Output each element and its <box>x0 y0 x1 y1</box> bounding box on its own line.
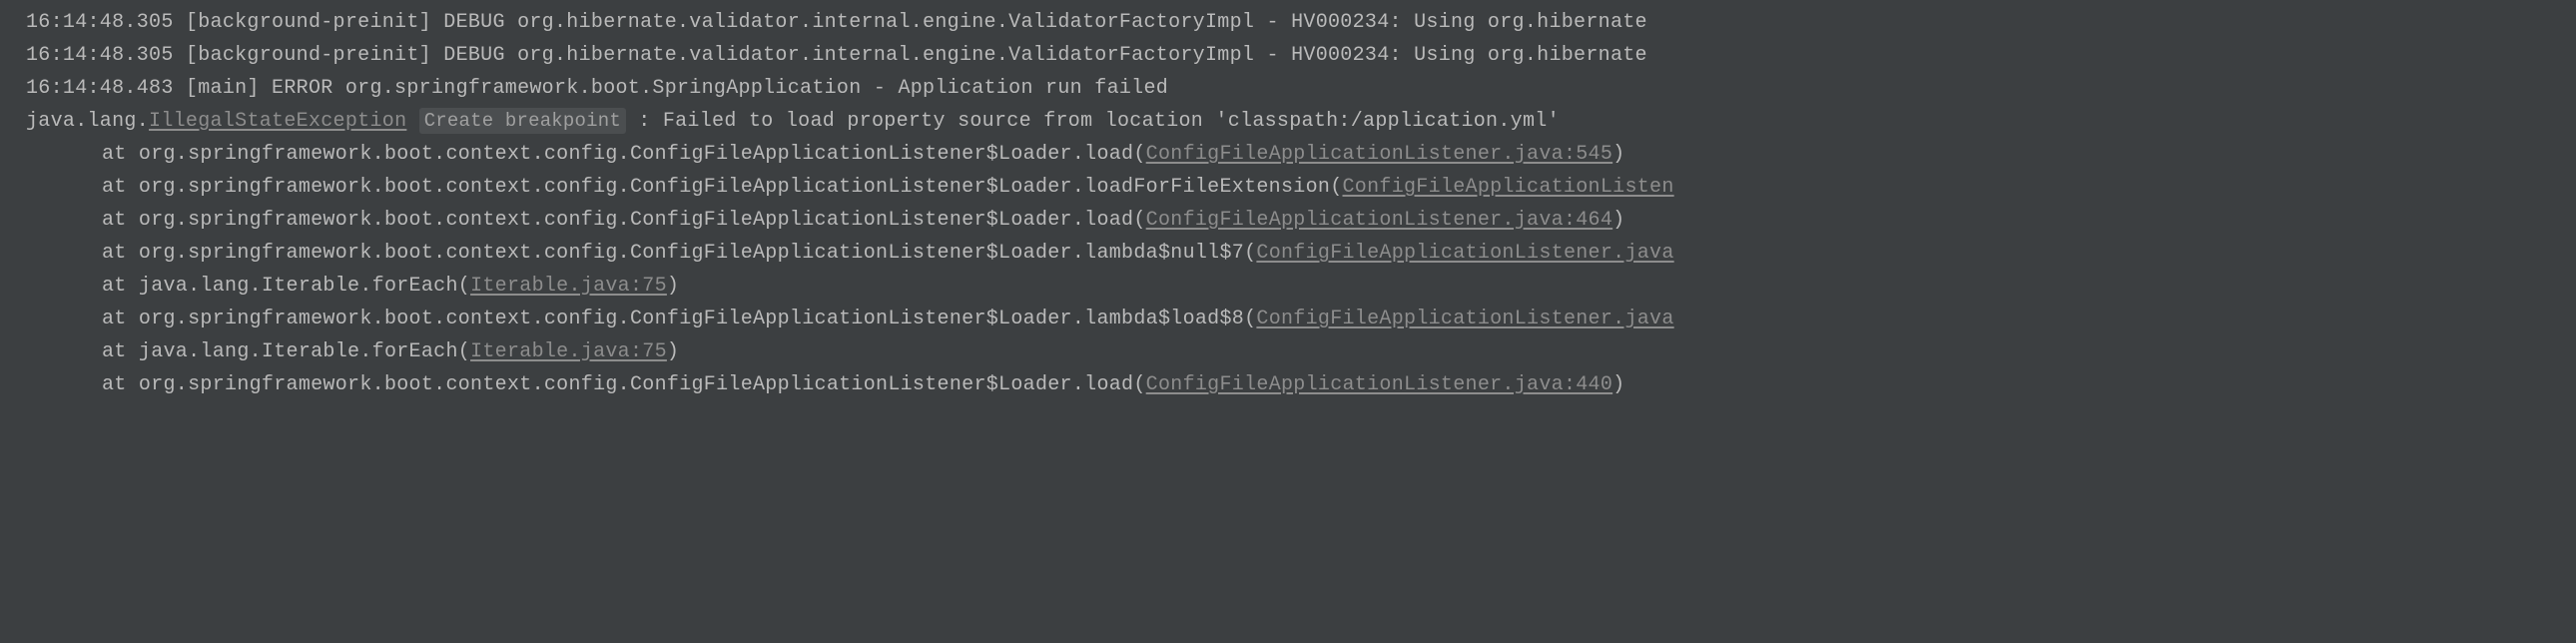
stacktrace-line: at org.springframework.boot.context.conf… <box>26 237 2576 270</box>
stack-suffix: ) <box>667 275 679 298</box>
stack-prefix: at org.springframework.boot.context.conf… <box>102 373 1146 396</box>
log-line-debug: 16:14:48.305 [background-preinit] DEBUG … <box>26 39 2576 72</box>
stacktrace-line: at java.lang.Iterable.forEach(Iterable.j… <box>26 335 2576 368</box>
stack-suffix: ) <box>1612 373 1624 396</box>
stack-suffix: ) <box>1612 209 1624 232</box>
log-text: 16:14:48.305 [background-preinit] DEBUG … <box>26 11 1647 34</box>
source-link[interactable]: ConfigFileApplicationListen <box>1343 176 1674 199</box>
stack-prefix: at org.springframework.boot.context.conf… <box>102 143 1146 166</box>
source-link[interactable]: ConfigFileApplicationListener.java <box>1256 242 1673 265</box>
log-text: 16:14:48.305 [background-preinit] DEBUG … <box>26 44 1647 67</box>
source-link[interactable]: ConfigFileApplicationListener.java <box>1256 308 1673 330</box>
stack-prefix: at java.lang.Iterable.forEach( <box>102 275 470 298</box>
stack-prefix: at org.springframework.boot.context.conf… <box>102 308 1256 330</box>
source-link[interactable]: Iterable.java:75 <box>470 340 667 363</box>
stack-suffix: ) <box>1612 143 1624 166</box>
exception-prefix: java.lang. <box>26 110 149 133</box>
stacktrace-line: at org.springframework.boot.context.conf… <box>26 138 2576 171</box>
create-breakpoint-button[interactable]: Create breakpoint <box>419 108 626 134</box>
exception-line: java.lang.IllegalStateException Create b… <box>26 105 2576 138</box>
stacktrace-line: at org.springframework.boot.context.conf… <box>26 368 2576 401</box>
console-output[interactable]: 16:14:48.305 [background-preinit] DEBUG … <box>26 6 2576 401</box>
source-link[interactable]: ConfigFileApplicationListener.java:440 <box>1146 373 1612 396</box>
stacktrace-line: at java.lang.Iterable.forEach(Iterable.j… <box>26 270 2576 303</box>
stack-prefix: at org.springframework.boot.context.conf… <box>102 176 1343 199</box>
stacktrace-line: at org.springframework.boot.context.conf… <box>26 204 2576 237</box>
log-line-error: 16:14:48.483 [main] ERROR org.springfram… <box>26 72 2576 105</box>
stack-suffix: ) <box>667 340 679 363</box>
log-line-debug: 16:14:48.305 [background-preinit] DEBUG … <box>26 6 2576 39</box>
stacktrace-line: at org.springframework.boot.context.conf… <box>26 303 2576 335</box>
stack-prefix: at org.springframework.boot.context.conf… <box>102 209 1146 232</box>
source-link[interactable]: ConfigFileApplicationListener.java:545 <box>1146 143 1612 166</box>
source-link[interactable]: ConfigFileApplicationListener.java:464 <box>1146 209 1612 232</box>
stacktrace-line: at org.springframework.boot.context.conf… <box>26 171 2576 204</box>
source-link[interactable]: Iterable.java:75 <box>470 275 667 298</box>
stack-prefix: at org.springframework.boot.context.conf… <box>102 242 1256 265</box>
log-text: 16:14:48.483 [main] ERROR org.springfram… <box>26 77 1168 100</box>
stack-prefix: at java.lang.Iterable.forEach( <box>102 340 470 363</box>
exception-class-link[interactable]: IllegalStateException <box>149 110 406 133</box>
exception-message: : Failed to load property source from lo… <box>626 110 1560 133</box>
